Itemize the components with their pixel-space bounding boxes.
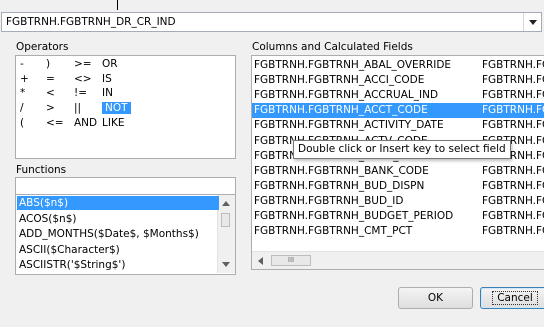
expression-combobox[interactable]: FGBTRNH.FGBTRNH_DR_CR_IND <box>1 12 542 32</box>
operator-button[interactable]: IN <box>102 87 113 99</box>
scroll-down-icon[interactable] <box>222 262 230 267</box>
chevron-down-icon <box>528 19 537 25</box>
function-search-input[interactable] <box>15 177 236 195</box>
column-row[interactable]: FGBTRNH.FGBTRNH_BUDGET_PERIOD FGBTRNH.FG <box>252 209 544 224</box>
column-name: FGBTRNH.FGBTRNH_ACCT_CODE <box>254 104 428 117</box>
operator-button[interactable]: / <box>20 102 24 114</box>
column-row[interactable]: FGBTRNH.FGBTRNH_BUD_ID FGBTRNH.FG <box>252 194 544 209</box>
operator-button[interactable]: ( <box>20 117 24 129</box>
functions-label: Functions <box>16 164 67 176</box>
function-item[interactable]: ASCII($Character$) <box>17 243 219 257</box>
column-name: FGBTRNH.FGBTRNH_ABAL_OVERRIDE <box>254 59 452 71</box>
expression-dropdown-button[interactable] <box>523 13 541 31</box>
column-row[interactable]: FGBTRNH.FGBTRNH_ACCT_CODE FGBTRNH.FG <box>252 103 544 119</box>
operator-button[interactable]: - <box>20 58 24 70</box>
column-name-secondary: FGBTRNH.FG <box>482 194 544 207</box>
columns-scroll-thumb[interactable]: III <box>271 255 311 266</box>
column-name-secondary: FGBTRNH.FG <box>482 59 544 71</box>
operator-button[interactable]: || <box>74 102 81 114</box>
operator-button[interactable]: * <box>20 87 25 99</box>
column-name-secondary: FGBTRNH.FG <box>482 164 544 177</box>
select-field-tooltip: Double click or Insert key to select fie… <box>293 140 511 159</box>
operator-button[interactable]: <> <box>74 73 92 85</box>
column-name-secondary: FGBTRNH.FG <box>482 74 544 87</box>
operators-panel: -) >= OR + = <> IS * < != IN / > || NOT ( <= AND LIKE <box>15 55 236 159</box>
column-row[interactable]: FGBTRNH.FGBTRNH_CMT_PCT FGBTRNH.FG <box>252 224 544 239</box>
operator-button[interactable]: LIKE <box>102 117 124 129</box>
column-row[interactable]: FGBTRNH.FGBTRNH_ABAL_OVERRIDE FGBTRNH.FG <box>252 58 544 73</box>
operator-button[interactable]: + <box>20 73 29 85</box>
functions-list[interactable]: ABS($n$) ACOS($n$) ADD_MONTHS($Date$, $Mon… <box>15 195 236 275</box>
function-item[interactable]: ABS($n$) <box>17 196 219 210</box>
operator-button[interactable]: ) <box>46 58 50 70</box>
function-item[interactable]: ACOS($n$) <box>17 212 219 226</box>
column-name-secondary: FGBTRNH.FG <box>482 225 544 238</box>
column-name-secondary: FGBTRNH.FG <box>482 119 544 132</box>
column-name: FGBTRNH.FGBTRNH_BANK_CODE <box>254 164 429 177</box>
column-name-secondary: FGBTRNH.FG <box>482 179 544 192</box>
operator-button[interactable]: < <box>46 87 55 99</box>
operator-button[interactable]: >= <box>74 58 92 70</box>
functions-vertical-scrollbar[interactable] <box>217 195 235 273</box>
column-row[interactable]: FGBTRNH.FGBTRNH_ACTIVITY_DATE FGBTRNH.FG <box>252 118 544 133</box>
column-name: FGBTRNH.FGBTRNH_ACCI_CODE <box>254 74 425 87</box>
column-row[interactable]: FGBTRNH.FGBTRNH_ACCRUAL_IND FGBTRNH.FG <box>252 88 544 103</box>
ok-button[interactable]: OK <box>398 287 473 309</box>
column-name: FGBTRNH.FGBTRNH_ACCRUAL_IND <box>254 89 439 102</box>
operator-button[interactable]: IS <box>102 73 112 85</box>
operator-button[interactable]: OR <box>102 58 118 70</box>
column-name: FGBTRNH.FGBTRNH_CMT_PCT <box>254 225 413 238</box>
operator-button[interactable]: = <box>46 73 55 85</box>
column-row[interactable]: FGBTRNH.FGBTRNH_ACCI_CODE FGBTRNH.FG <box>252 73 544 88</box>
operator-button[interactable]: AND <box>74 117 97 129</box>
column-row[interactable]: FGBTRNH.FGBTRNH_BANK_CODE FGBTRNH.FG <box>252 164 544 179</box>
column-name: FGBTRNH.FGBTRNH_BUD_DISPN <box>254 179 425 192</box>
column-name-secondary: FGBTRNH.FG <box>482 89 544 102</box>
cancel-button[interactable]: Cancel <box>480 287 544 309</box>
scroll-left-icon[interactable] <box>258 257 263 265</box>
operator-button[interactable]: <= <box>46 117 64 129</box>
columns-label: Columns and Calculated Fields <box>252 41 413 53</box>
cancel-button-label: Cancel <box>492 291 538 305</box>
column-name: FGBTRNH.FGBTRNH_ACTIVITY_DATE <box>254 119 444 132</box>
expression-value: FGBTRNH.FGBTRNH_DR_CR_IND <box>6 16 176 28</box>
operator-button[interactable]: != <box>74 87 87 99</box>
operators-label: Operators <box>16 41 69 53</box>
column-name-secondary: FGBTRNH.FG <box>482 104 544 117</box>
column-name-secondary: FGBTRNH.FG <box>482 210 544 222</box>
columns-horizontal-scrollbar[interactable]: III <box>252 251 544 269</box>
function-item[interactable]: ASCIISTR('$String$') <box>17 258 219 272</box>
operator-button[interactable]: > <box>46 102 55 114</box>
function-item[interactable]: ADD_MONTHS($Date$, $Months$) <box>17 227 219 241</box>
scroll-up-icon[interactable] <box>222 201 230 206</box>
column-row[interactable]: FGBTRNH.FGBTRNH_BUD_DISPN FGBTRNH.FG <box>252 179 544 194</box>
column-name: FGBTRNH.FGBTRNH_BUD_ID <box>254 194 404 207</box>
operator-button[interactable]: NOT <box>102 102 131 114</box>
text-cursor <box>117 0 118 10</box>
columns-list[interactable]: FGBTRNH.FGBTRNH_ABAL_OVERRIDE FGBTRNH.FG F… <box>251 55 544 270</box>
functions-scroll-thumb[interactable] <box>221 213 230 227</box>
column-name: FGBTRNH.FGBTRNH_BUDGET_PERIOD <box>254 210 454 222</box>
